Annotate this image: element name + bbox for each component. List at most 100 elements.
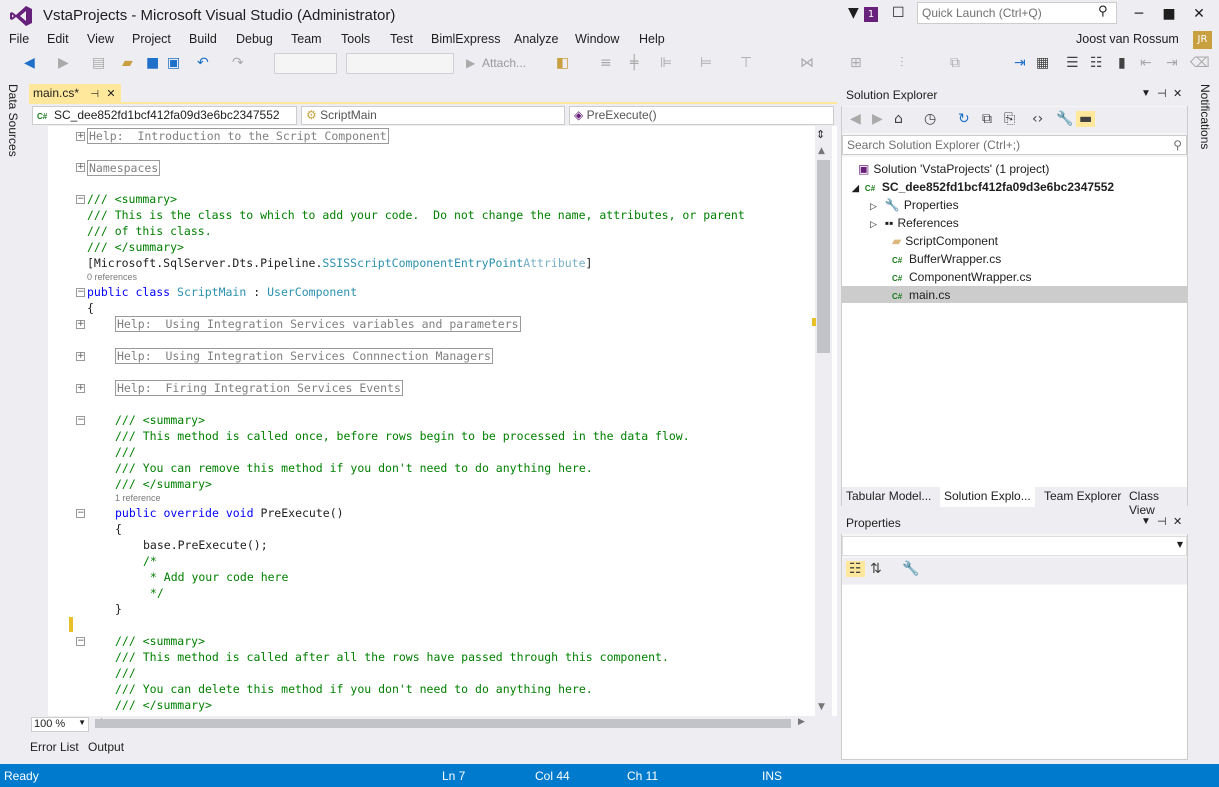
menu-file[interactable]: File bbox=[9, 32, 29, 46]
vertical-scroll-thumb[interactable] bbox=[817, 160, 830, 353]
filter-icon[interactable]: ▼ bbox=[848, 5, 859, 21]
fold-toggle[interactable]: − bbox=[76, 288, 85, 297]
code-lens[interactable]: 1 reference bbox=[115, 493, 161, 503]
home-icon[interactable]: ⌂ bbox=[894, 111, 903, 127]
collapse-all-icon[interactable]: ⧉ bbox=[982, 111, 992, 127]
class-dropdown[interactable]: ⚙ ScriptMain bbox=[301, 106, 565, 125]
quick-launch-input[interactable]: Quick Launch (Ctrl+Q) bbox=[917, 2, 1117, 24]
next-bookmark-icon[interactable]: ⇥ bbox=[1166, 55, 1178, 71]
properties-icon[interactable]: 🔧 bbox=[1056, 111, 1073, 127]
preview-icon[interactable]: ▬ bbox=[1076, 111, 1096, 127]
member-dropdown[interactable]: ◈ PreExecute() bbox=[569, 106, 834, 125]
tree-item-main-cs[interactable]: C# main.cs bbox=[892, 288, 950, 302]
fold-toggle[interactable]: + bbox=[76, 163, 85, 172]
tree-item-properties[interactable]: ▷ 🔧 Properties bbox=[870, 198, 959, 212]
menu-bimlexpress[interactable]: BimlExpress bbox=[431, 32, 500, 46]
tab-error-list[interactable]: Error List bbox=[30, 740, 79, 754]
menu-analyze[interactable]: Analyze bbox=[514, 32, 558, 46]
new-project-icon[interactable]: ▤ bbox=[92, 55, 105, 71]
code-region[interactable]: Help: Introduction to the Script Compone… bbox=[87, 128, 389, 144]
tree-item-references[interactable]: ▷ ▪▪ References bbox=[870, 216, 959, 230]
back-icon[interactable]: ◀ bbox=[850, 111, 861, 127]
align-center-icon[interactable]: ⊨ bbox=[700, 55, 712, 71]
tree-item-scriptcomponent[interactable]: ▰ ScriptComponent bbox=[892, 234, 998, 248]
attach-button[interactable]: Attach... bbox=[482, 56, 526, 70]
forward-icon[interactable]: ▶ bbox=[872, 111, 883, 127]
fold-toggle[interactable]: + bbox=[76, 320, 85, 329]
open-folder-icon[interactable]: ▰ bbox=[122, 55, 133, 71]
properties-page-icon[interactable]: ▦ bbox=[1036, 55, 1049, 71]
menu-project[interactable]: Project bbox=[132, 32, 171, 46]
horizontal-scroll-thumb[interactable] bbox=[95, 719, 791, 728]
fold-toggle[interactable]: − bbox=[76, 416, 85, 425]
back-icon[interactable]: ◀ bbox=[24, 55, 35, 71]
tree-solution[interactable]: ▣ Solution 'VstaProjects' (1 project) bbox=[858, 162, 1049, 176]
size-icon[interactable]: ⧉ bbox=[950, 55, 960, 71]
code-region[interactable]: Help: Using Integration Services variabl… bbox=[115, 316, 521, 332]
close-panel-icon[interactable]: ✕ bbox=[1173, 87, 1182, 100]
menu-team[interactable]: Team bbox=[291, 32, 322, 46]
menu-window[interactable]: Window bbox=[575, 32, 619, 46]
zoom-dropdown[interactable]: 100 % ▼ bbox=[31, 717, 89, 732]
menu-view[interactable]: View bbox=[87, 32, 114, 46]
align-left-icon[interactable]: ⊫ bbox=[660, 55, 672, 71]
distribute-icon[interactable]: ⫶ bbox=[900, 55, 904, 71]
code-region[interactable]: Namespaces bbox=[87, 160, 161, 176]
start-debug-icon[interactable]: ▶ bbox=[466, 56, 475, 70]
project-dropdown[interactable]: C# SC_dee852fd1bcf412fa09d3e6bc2347552 bbox=[32, 106, 297, 125]
code-lens[interactable]: 0 references bbox=[87, 272, 137, 282]
alphabetical-icon[interactable]: ⇅ bbox=[870, 561, 882, 577]
spacing-icon[interactable]: ⋈ bbox=[800, 55, 814, 71]
panel-menu-icon[interactable]: ▼ bbox=[1141, 88, 1151, 99]
avatar[interactable]: JR bbox=[1193, 31, 1212, 49]
forward-icon[interactable]: ▶ bbox=[58, 55, 69, 71]
solution-search-input[interactable]: Search Solution Explorer (Ctrl+;) ⚲ bbox=[842, 135, 1187, 155]
fold-toggle[interactable]: − bbox=[76, 509, 85, 518]
scroll-up-icon[interactable]: ▲ bbox=[818, 146, 825, 156]
save-all-icon[interactable]: ▣ bbox=[167, 55, 180, 71]
feedback-icon[interactable]: ☐ bbox=[892, 5, 905, 21]
scroll-down-icon[interactable]: ▼ bbox=[818, 702, 825, 712]
tree-project[interactable]: ◢ C# SC_dee852fd1bcf412fa09d3e6bc2347552 bbox=[852, 180, 1114, 194]
menu-help[interactable]: Help bbox=[639, 32, 665, 46]
fold-toggle[interactable]: + bbox=[76, 384, 85, 393]
tree-item-componentwrapper[interactable]: C# ComponentWrapper.cs bbox=[892, 270, 1032, 284]
align-top-icon[interactable]: ⊤ bbox=[740, 55, 752, 71]
tree-item-bufferwrapper[interactable]: C# BufferWrapper.cs bbox=[892, 252, 1001, 266]
code-region[interactable]: Help: Firing Integration Services Events bbox=[115, 380, 403, 396]
code-region[interactable]: Help: Using Integration Services Connnec… bbox=[115, 348, 493, 364]
fold-toggle[interactable]: − bbox=[76, 637, 85, 646]
clear-bookmarks-icon[interactable]: ⌫ bbox=[1190, 55, 1210, 71]
configuration-dropdown[interactable] bbox=[274, 53, 337, 74]
minimize-button[interactable]: ─ bbox=[1124, 3, 1154, 25]
object-dropdown[interactable]: ▼ bbox=[842, 536, 1187, 556]
align-icon[interactable]: ╪ bbox=[630, 55, 638, 71]
prev-bookmark-icon[interactable]: ⇤ bbox=[1140, 55, 1152, 71]
fold-toggle[interactable]: − bbox=[76, 195, 85, 204]
tab-tabular-model[interactable]: Tabular Model... bbox=[846, 489, 931, 503]
pin-icon[interactable]: ⊣ bbox=[1157, 87, 1167, 100]
tab-main-cs[interactable]: main.cs* ⊣ ✕ bbox=[29, 84, 121, 104]
menu-tools[interactable]: Tools bbox=[341, 32, 370, 46]
pin-icon[interactable]: ⊣ bbox=[90, 89, 99, 100]
show-all-files-icon[interactable]: ⎘ bbox=[1004, 111, 1015, 127]
scroll-right-icon[interactable]: ▶ bbox=[798, 717, 805, 727]
history-icon[interactable]: ◷ bbox=[924, 111, 936, 127]
center-icon[interactable]: ⊞ bbox=[850, 55, 862, 71]
find-icon[interactable]: ◧ bbox=[556, 55, 569, 71]
save-icon[interactable]: ■ bbox=[146, 55, 159, 71]
close-button[interactable]: ✕ bbox=[1184, 3, 1214, 25]
menu-test[interactable]: Test bbox=[390, 32, 413, 46]
format-icon[interactable]: ≡ bbox=[600, 55, 612, 71]
split-icon[interactable]: ⇕ bbox=[816, 128, 825, 141]
view-code-icon[interactable]: ‹› bbox=[1032, 111, 1043, 127]
user-name[interactable]: Joost van Rossum bbox=[1076, 32, 1179, 46]
pin-icon[interactable]: ⊣ bbox=[1157, 515, 1167, 528]
notification-badge[interactable]: 1 bbox=[864, 7, 878, 22]
tab-solution-explorer[interactable]: Solution Explo... bbox=[940, 487, 1035, 507]
maximize-button[interactable]: ■ bbox=[1154, 3, 1184, 25]
data-sources-tab[interactable]: Data Sources bbox=[6, 84, 20, 157]
tab-output[interactable]: Output bbox=[88, 740, 124, 754]
menu-edit[interactable]: Edit bbox=[47, 32, 69, 46]
panel-menu-icon[interactable]: ▼ bbox=[1141, 516, 1151, 527]
